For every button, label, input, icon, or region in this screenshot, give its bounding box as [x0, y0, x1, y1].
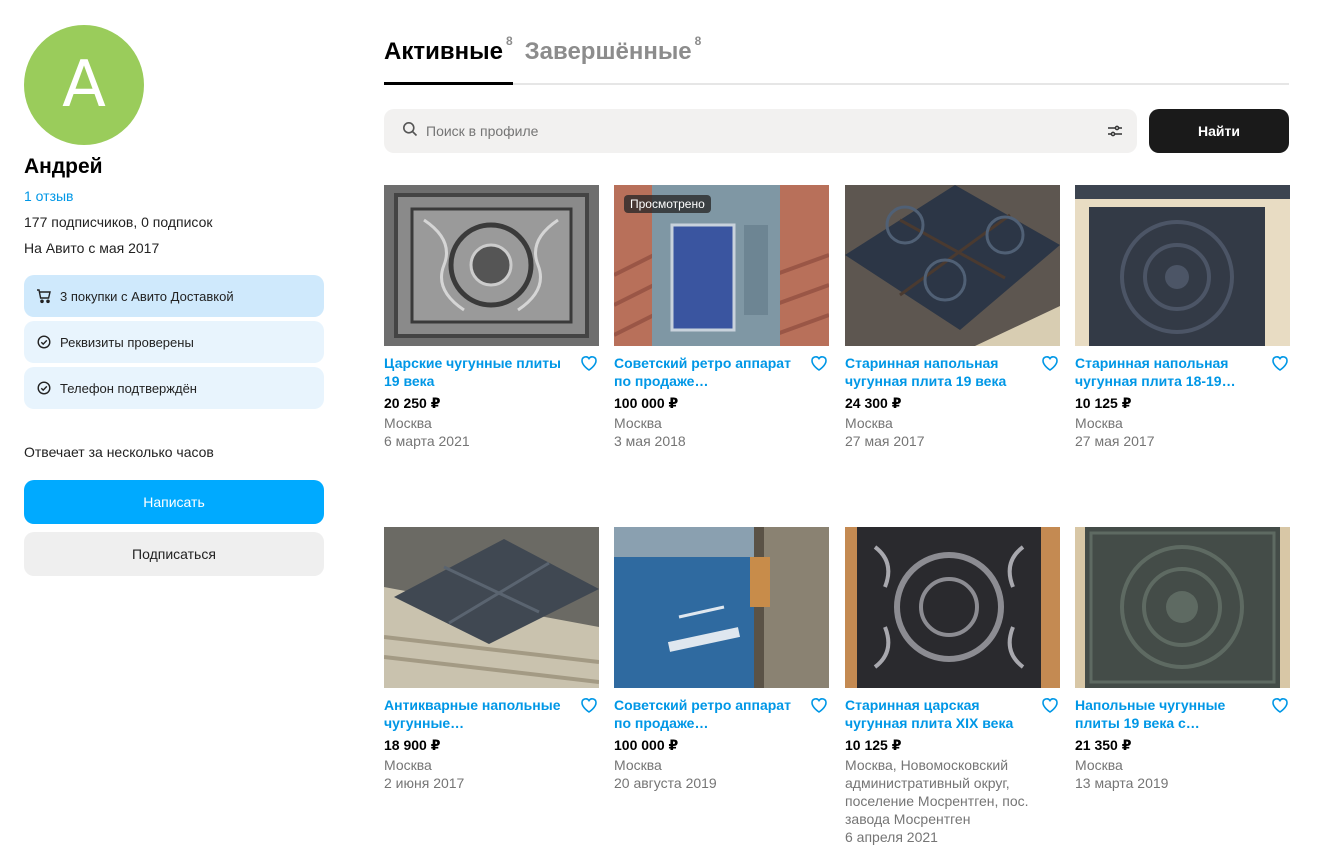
favorite-heart-icon[interactable]	[1040, 353, 1060, 373]
check-circle-icon	[36, 380, 52, 396]
find-button[interactable]: Найти	[1149, 109, 1289, 153]
badge-delivery-purchases[interactable]: 3 покупки с Авито Доставкой	[24, 275, 324, 317]
badge-label: Реквизиты проверены	[60, 334, 194, 350]
listing-price: 100 000 ₽	[614, 395, 679, 411]
member-since: На Авито с мая 2017	[24, 240, 160, 256]
listing-photo[interactable]	[845, 527, 1060, 688]
listing-title[interactable]: Старинная царская чугунная плита XIX век…	[845, 696, 1030, 732]
listing-photo[interactable]	[384, 527, 599, 688]
tabs: Активные 8 Завершённые 8	[384, 30, 1289, 85]
listing-card[interactable]: Старинная царская чугунная плита XIX век…	[845, 527, 1060, 846]
listing-title[interactable]: Старинная напольная чугунная плита 18-19…	[1075, 354, 1260, 390]
favorite-heart-icon[interactable]	[809, 353, 829, 373]
filter-icon[interactable]	[1107, 123, 1123, 139]
subscribe-button[interactable]: Подписаться	[24, 532, 324, 576]
favorite-heart-icon[interactable]	[1270, 695, 1290, 715]
listing-price: 24 300 ₽	[845, 395, 902, 411]
viewed-label: Просмотрено	[624, 195, 711, 213]
listing-location: Москва	[614, 757, 662, 773]
profile-sidebar: А Андрей 1 отзыв 177 подписчиков, 0 подп…	[24, 25, 324, 576]
tab-label: Завершённые	[524, 38, 692, 65]
listing-card[interactable]: Старинная напольная чугунная плита 18-19…	[1075, 185, 1290, 450]
write-button[interactable]: Написать	[24, 480, 324, 524]
listing-title[interactable]: Царские чугунные плиты 19 века	[384, 354, 569, 390]
listing-card[interactable]: Царские чугунные плиты 19 века 20 250 ₽ …	[384, 185, 599, 450]
listing-card[interactable]: Антикварные напольные чугунные… 18 900 ₽…	[384, 527, 599, 792]
favorite-heart-icon[interactable]	[809, 695, 829, 715]
listing-price: 10 125 ₽	[1075, 395, 1132, 411]
user-name: Андрей	[24, 155, 103, 178]
listing-location: Москва, Новомосковский административный …	[845, 757, 1029, 827]
listing-date: 27 мая 2017	[845, 433, 925, 449]
listing-price: 21 350 ₽	[1075, 737, 1132, 753]
listing-location: Москва	[845, 415, 893, 431]
search-input[interactable]	[426, 123, 1107, 139]
tab-count: 8	[505, 34, 513, 48]
listing-date: 6 апреля 2021	[845, 829, 938, 845]
badge-label: Телефон подтверждён	[60, 380, 197, 396]
listing-photo[interactable]	[614, 527, 829, 688]
listing-date: 20 августа 2019	[614, 775, 717, 791]
listing-photo[interactable]	[845, 185, 1060, 346]
favorite-heart-icon[interactable]	[579, 695, 599, 715]
listings-main: Активные8 Завершённые8 Найти	[384, 30, 1290, 845]
listing-title[interactable]: Напольные чугунные плиты 19 века с…	[1075, 696, 1260, 732]
followers-count: 177 подписчиков, 0 подписок	[24, 214, 213, 230]
listing-location: Москва	[1075, 757, 1123, 773]
listing-photo[interactable]: Просмотрено	[614, 185, 829, 346]
badge-label: 3 покупки с Авито Доставкой	[60, 288, 234, 304]
listing-photo[interactable]	[1075, 527, 1290, 688]
listing-price: 18 900 ₽	[384, 737, 441, 753]
cart-icon	[36, 288, 52, 304]
listing-title[interactable]: Старинная напольная чугунная плита 19 ве…	[845, 354, 1030, 390]
listing-card[interactable]: Просмотрено Советский ретро аппарат по п…	[614, 185, 829, 450]
reviews-link[interactable]: 1 отзыв	[24, 187, 324, 205]
listing-date: 13 марта 2019	[1075, 775, 1169, 791]
listing-photo[interactable]	[1075, 185, 1290, 346]
tab-label: Активные	[384, 38, 503, 65]
badge-requisites-verified[interactable]: Реквизиты проверены	[24, 321, 324, 363]
listing-title[interactable]: Антикварные напольные чугунные…	[384, 696, 569, 732]
listing-location: Москва	[384, 415, 432, 431]
listing-photo[interactable]	[384, 185, 599, 346]
listing-date: 27 мая 2017	[1075, 433, 1155, 449]
listing-date: 3 мая 2018	[614, 433, 686, 449]
listing-date: 2 июня 2017	[384, 775, 465, 791]
search-icon	[402, 121, 418, 142]
favorite-heart-icon[interactable]	[1270, 353, 1290, 373]
listing-location: Москва	[1075, 415, 1123, 431]
listing-card[interactable]: Напольные чугунные плиты 19 века с… 21 3…	[1075, 527, 1290, 792]
listing-price: 10 125 ₽	[845, 737, 902, 753]
tab-active[interactable]: Активные 8	[384, 30, 513, 85]
check-circle-icon	[36, 334, 52, 350]
tab-count: 8	[694, 34, 702, 48]
search-box	[384, 109, 1137, 153]
listing-title[interactable]: Советский ретро аппарат по продаже…	[614, 354, 799, 390]
listing-location: Москва	[614, 415, 662, 431]
listing-date: 6 марта 2021	[384, 433, 470, 449]
avatar[interactable]: А	[24, 25, 144, 145]
listing-card[interactable]: Старинная напольная чугунная плита 19 ве…	[845, 185, 1060, 450]
listing-card[interactable]: Советский ретро аппарат по продаже… 100 …	[614, 527, 829, 792]
badge-phone-verified[interactable]: Телефон подтверждён	[24, 367, 324, 409]
favorite-heart-icon[interactable]	[1040, 695, 1060, 715]
listing-price: 20 250 ₽	[384, 395, 441, 411]
listing-price: 100 000 ₽	[614, 737, 679, 753]
favorite-heart-icon[interactable]	[579, 353, 599, 373]
search-row: Найти	[384, 109, 1289, 153]
tab-completed[interactable]: Завершённые 8	[525, 30, 702, 85]
answer-time: Отвечает за несколько часов	[24, 444, 214, 460]
listing-title[interactable]: Советский ретро аппарат по продаже…	[614, 696, 799, 732]
listing-location: Москва	[384, 757, 432, 773]
